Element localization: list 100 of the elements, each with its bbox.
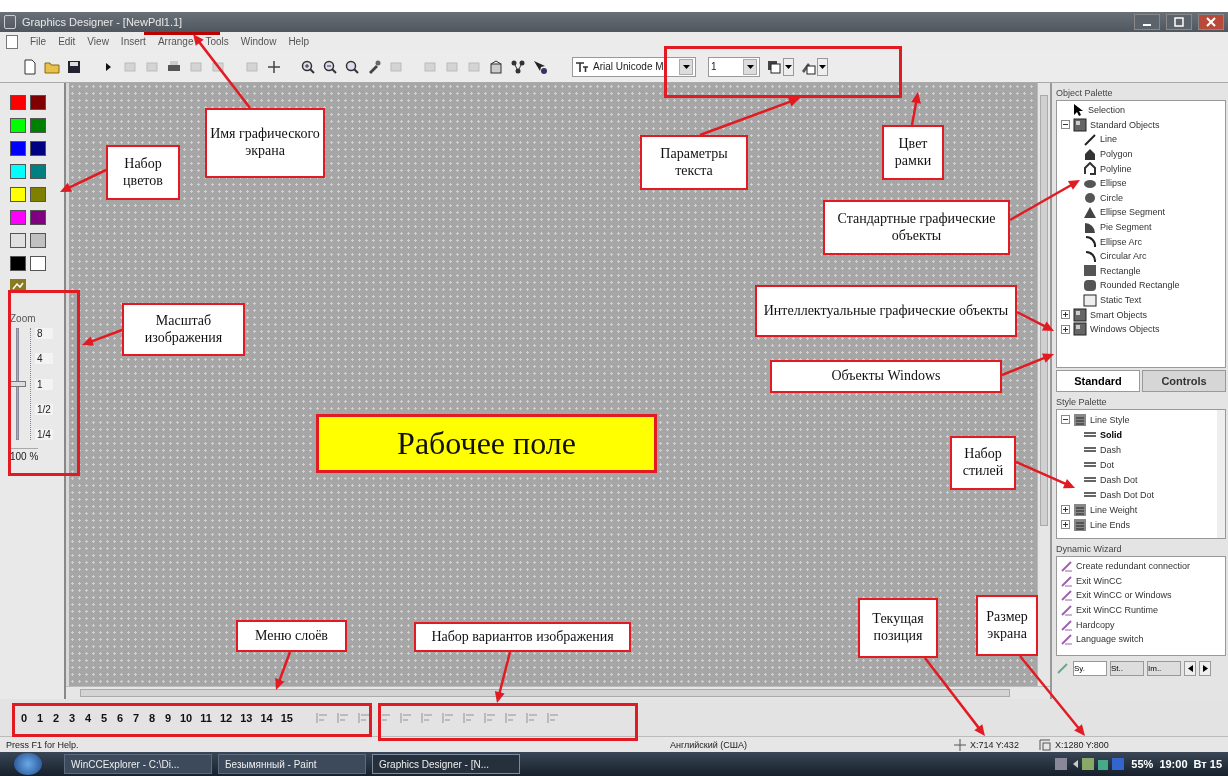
close-button[interactable] [1198, 14, 1224, 30]
layer-button[interactable]: 2 [48, 704, 64, 731]
document-icon[interactable] [6, 34, 18, 49]
menu-item[interactable]: View [87, 36, 109, 47]
list-item[interactable]: Language switch [1076, 634, 1144, 645]
tree-item[interactable]: Polygon [1100, 149, 1133, 160]
color-swatch[interactable] [30, 164, 46, 179]
tree-item[interactable]: Polyline [1100, 163, 1132, 174]
vertical-scrollbar[interactable] [1037, 83, 1050, 686]
caret-icon[interactable] [783, 57, 794, 76]
tree-item[interactable]: Static Text [1100, 295, 1142, 305]
start-button[interactable] [14, 753, 42, 775]
layer-button[interactable]: 13 [236, 704, 257, 731]
collapse-icon[interactable] [1061, 415, 1070, 424]
layer-button[interactable]: 11 [196, 704, 216, 731]
color-swatch[interactable] [10, 210, 26, 225]
zoom-slider[interactable] [10, 328, 26, 440]
layer-button[interactable]: 15 [276, 704, 297, 731]
wizard-tab[interactable]: Im.. [1147, 660, 1181, 676]
tree-item[interactable]: Ellipse Arc [1100, 236, 1143, 247]
taskbar-button[interactable]: Graphics Designer - [N... [372, 754, 520, 774]
vertical-scrollbar[interactable] [1217, 410, 1225, 538]
tree-item[interactable]: Ellipse [1100, 178, 1127, 189]
zoom-tick-label[interactable]: 1 [35, 378, 53, 390]
tree-item[interactable]: Dash [1100, 444, 1121, 455]
zoom-out-icon[interactable] [322, 58, 338, 75]
tree-item[interactable]: Circle [1100, 192, 1123, 203]
zoom-tick-label[interactable]: 4 [35, 353, 53, 365]
tree-item[interactable]: Standard Objects [1090, 119, 1160, 130]
list-item[interactable]: Create redundant connectior [1076, 561, 1191, 572]
color-swatch[interactable] [30, 118, 46, 133]
layer-button[interactable]: 8 [144, 704, 160, 731]
zoom-tick-label[interactable]: 1/4 [35, 429, 53, 440]
font-size-dropdown[interactable]: 1 [708, 56, 760, 77]
menu-item[interactable]: Tools [205, 36, 229, 47]
layer-button[interactable]: 1 [32, 704, 48, 731]
scroll-right-button[interactable] [1199, 660, 1211, 676]
tree-item[interactable]: Ellipse Segment [1100, 207, 1166, 218]
new-file-icon[interactable] [22, 58, 38, 75]
menu-item[interactable]: Edit [58, 36, 76, 47]
tree-item[interactable]: Rectangle [1100, 265, 1141, 276]
menu-item[interactable]: Insert [120, 36, 146, 47]
layer-button[interactable]: 4 [80, 704, 96, 731]
layer-button[interactable]: 0 [16, 704, 32, 731]
tree-item[interactable]: Dash Dot [1100, 474, 1138, 485]
menu-item[interactable]: Arrange [157, 36, 194, 47]
box-icon[interactable] [488, 58, 504, 75]
caret-icon[interactable] [817, 57, 828, 76]
color-swatch[interactable] [10, 118, 26, 133]
expand-icon[interactable] [1061, 505, 1070, 514]
tree-item[interactable]: Line Style [1090, 414, 1130, 425]
floppy-icon[interactable] [66, 58, 82, 75]
color-swatch[interactable] [10, 95, 26, 110]
wizard-tab[interactable]: Sy. [1073, 660, 1107, 676]
help-cursor-icon[interactable] [532, 58, 548, 75]
crosshair-icon[interactable] [266, 58, 282, 75]
scroll-left-button[interactable] [1184, 660, 1196, 676]
expand-icon[interactable] [1061, 520, 1070, 529]
color-swatch[interactable] [10, 141, 26, 156]
expand-icon[interactable] [1061, 310, 1070, 320]
palette-tab[interactable]: Controls [1142, 370, 1226, 392]
palette-tab[interactable]: Standard [1056, 370, 1140, 392]
layer-button[interactable]: 3 [64, 704, 80, 731]
color-swatch[interactable] [10, 164, 26, 179]
taskbar-button[interactable]: Безымянный - Paint [218, 754, 366, 774]
color-swatch[interactable] [30, 141, 46, 156]
color-swatch[interactable] [30, 95, 46, 110]
color-swatch[interactable] [10, 187, 26, 202]
expand-icon[interactable] [1061, 324, 1070, 334]
menu-item[interactable]: Help [288, 36, 309, 47]
maximize-button[interactable] [1166, 14, 1192, 30]
taskbar-button[interactable]: WinCCExplorer - C:\Di... [64, 754, 212, 774]
tree-item[interactable]: Selection [1088, 105, 1126, 116]
magnifier-icon[interactable] [344, 58, 360, 75]
list-item[interactable]: Exit WinCC Runtime [1076, 605, 1158, 616]
zoom-tick-label[interactable]: 8 [35, 328, 53, 339]
tree-item[interactable]: Line Weight [1090, 504, 1138, 515]
color-swatch[interactable] [10, 233, 26, 248]
zoom-tick-label[interactable]: 1/2 [35, 403, 53, 415]
layer-button[interactable]: 14 [256, 704, 277, 731]
color-swatch[interactable] [10, 256, 26, 271]
tree-item[interactable]: Rounded Rectangle [1100, 280, 1180, 291]
layer-button[interactable]: 9 [160, 704, 176, 731]
layer-button[interactable]: 10 [176, 704, 197, 731]
layer-button[interactable]: 12 [215, 704, 237, 731]
layer-button[interactable]: 6 [112, 704, 128, 731]
minimize-button[interactable] [1134, 14, 1160, 30]
tree-item[interactable]: Line [1100, 134, 1117, 145]
wizard-tab[interactable]: St.. [1110, 660, 1144, 676]
tree-item[interactable]: Smart Objects [1090, 309, 1147, 320]
tree-item[interactable]: Circular Arc [1100, 251, 1147, 262]
color-swatch[interactable] [30, 187, 46, 202]
font-dropdown[interactable]: Arial Unicode M [572, 56, 696, 77]
collapse-icon[interactable] [1061, 120, 1070, 130]
tree-item[interactable]: Windows Objects [1090, 324, 1160, 335]
fill-color-icon[interactable] [766, 58, 782, 75]
list-item[interactable]: Hardcopy [1076, 619, 1115, 630]
zoom-in-icon[interactable] [300, 58, 316, 75]
layer-button[interactable]: 5 [96, 704, 112, 731]
color-swatch[interactable] [30, 210, 46, 225]
